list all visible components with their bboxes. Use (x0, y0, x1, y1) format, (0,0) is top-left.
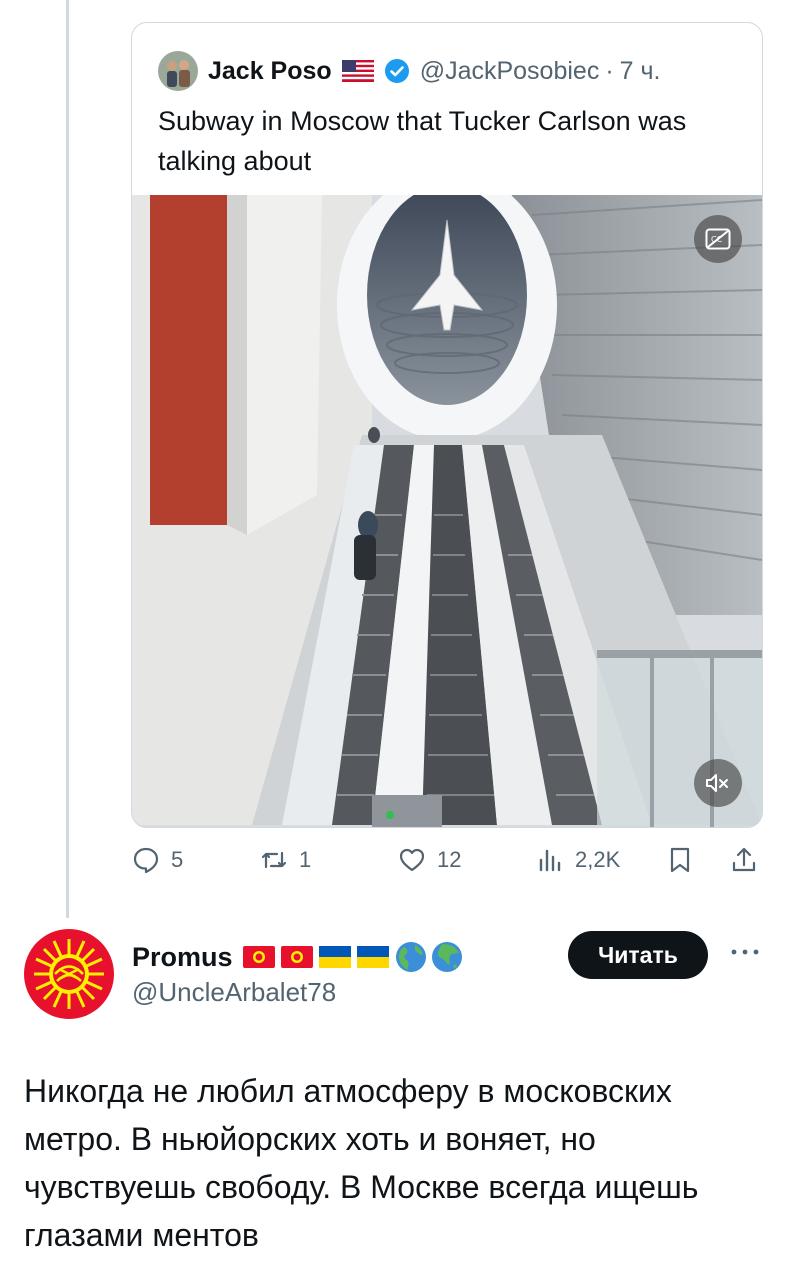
retweet-action[interactable]: 1 (259, 838, 311, 882)
more-options-button[interactable] (728, 941, 762, 963)
mute-button[interactable] (694, 759, 742, 807)
ua-flag-icon (356, 946, 389, 968)
bookmark-icon (670, 847, 690, 873)
share-action[interactable] (729, 838, 769, 882)
ua-flag-icon (318, 946, 351, 968)
video-frame-escalators (132, 195, 762, 827)
thread-connector-line (66, 0, 69, 918)
retweet-count: 1 (299, 847, 312, 872)
quoted-author-avatar[interactable] (158, 51, 198, 91)
views-action[interactable]: 2,2K (535, 838, 620, 882)
quoted-tweet-text: Subway in Moscow that Tucker Carlson was… (158, 106, 687, 176)
us-flag-icon (341, 60, 374, 82)
like-action[interactable]: 12 (397, 838, 461, 882)
views-count: 2,2K (575, 847, 621, 872)
reply-author-handle[interactable]: @UncleArbalet78 (132, 977, 336, 1008)
views-bar-chart-icon (539, 849, 561, 872)
quoted-author-name[interactable]: Jack Poso (208, 57, 332, 86)
tweet-action-bar: 5 1 12 2,2K (131, 838, 771, 882)
reply-author-name[interactable]: Promus (132, 942, 233, 973)
quoted-tweet-header: Jack Poso @JackPosobiec · 7 ч. (158, 51, 660, 91)
quoted-tweet-time[interactable]: 7 ч. (620, 57, 661, 86)
globe-asia-icon (431, 942, 462, 972)
quoted-author-handle[interactable]: @JackPosobiec (420, 57, 600, 86)
reply-author-avatar[interactable] (24, 929, 114, 1019)
retweet-icon (261, 851, 287, 869)
reply-count: 5 (171, 847, 184, 872)
header-separator: · (605, 56, 614, 85)
share-icon (732, 847, 756, 872)
reply-bubble-icon (133, 847, 159, 874)
quoted-tweet-card[interactable]: Jack Poso @JackPosobiec · 7 ч. Subway in… (131, 22, 763, 828)
reply-header: Promus (132, 941, 467, 973)
svg-text:CC: CC (711, 235, 723, 244)
follow-button[interactable]: Читать (568, 931, 708, 979)
heart-icon (399, 848, 425, 872)
more-dots-icon (731, 949, 759, 955)
reply-tweet-text: Никогда не любил атмосферу в московских … (24, 1073, 699, 1253)
tweet-video[interactable]: CC (132, 195, 762, 827)
closed-captions-button[interactable]: CC (694, 215, 742, 263)
globe-americas-icon (395, 942, 426, 972)
volume-muted-icon (706, 774, 728, 792)
kg-flag-icon (280, 946, 313, 968)
reply-action[interactable]: 5 (131, 838, 183, 882)
verified-badge-icon (384, 59, 409, 83)
bookmark-action[interactable] (665, 838, 705, 882)
kg-flag-icon (242, 946, 275, 968)
closed-captions-icon: CC (705, 228, 731, 250)
like-count: 12 (437, 847, 462, 872)
